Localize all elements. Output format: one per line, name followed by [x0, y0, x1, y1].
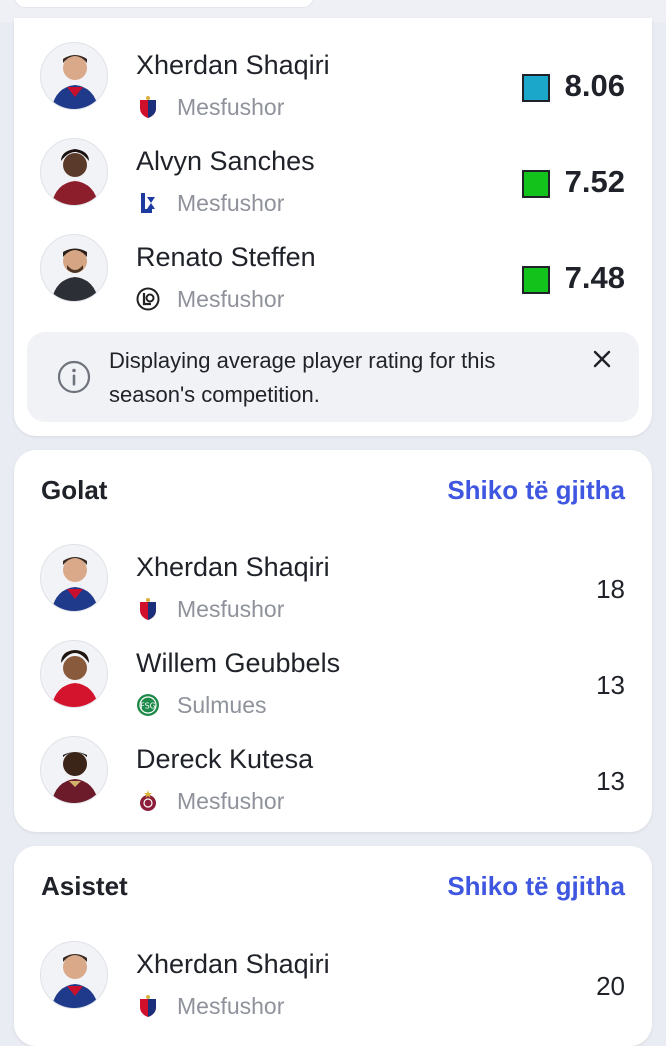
player-row[interactable]: Alvyn Sanches Mesfushor 7.52: [14, 124, 652, 220]
player-avatar: [40, 234, 108, 302]
stgallen-badge-icon: FSG: [136, 693, 160, 717]
servette-badge-icon: [136, 789, 160, 813]
rating-card: Xherdan Shaqiri Mesfushor 8.06 Alvyn San…: [14, 18, 652, 436]
lausanne-badge-icon: [136, 191, 160, 215]
lugano-badge-icon: [136, 287, 160, 311]
player-row[interactable]: Xherdan Shaqiri Mesfushor 20: [14, 927, 652, 1023]
rating-color-box: [522, 170, 550, 198]
player-name: Renato Steffen: [136, 242, 316, 272]
card-title: Asistet: [41, 870, 128, 901]
player-avatar: [40, 736, 108, 804]
info-text: Displaying average player rating for thi…: [109, 348, 496, 407]
info-banner: Displaying average player rating for thi…: [27, 332, 639, 422]
player-row[interactable]: Dereck Kutesa Mesfushor 13: [14, 722, 652, 818]
close-icon[interactable]: [591, 348, 613, 370]
player-position: Mesfushor: [177, 94, 285, 120]
assists-value: 20: [596, 971, 625, 1001]
player-position: Mesfushor: [177, 286, 285, 312]
goals-card: Golat Shiko të gjitha Xherdan Shaqiri Me…: [14, 450, 652, 832]
card-header: Golat Shiko të gjitha: [41, 470, 625, 510]
rating-color-box: [522, 266, 550, 294]
player-row[interactable]: Xherdan Shaqiri Mesfushor 8.06: [14, 28, 652, 124]
basel-badge-icon: [136, 95, 160, 119]
player-name: Willem Geubbels: [136, 648, 341, 678]
basel-badge-icon: [136, 597, 160, 621]
rating-color-box: [522, 74, 550, 102]
rating-value: 7.52: [564, 164, 625, 199]
rating-value: 7.48: [564, 260, 625, 295]
svg-text:FSG: FSG: [140, 702, 156, 711]
see-all-link[interactable]: Shiko të gjitha: [447, 871, 625, 902]
player-position: Sulmues: [177, 692, 267, 718]
player-position: Mesfushor: [177, 993, 285, 1019]
card-header: Asistet Shiko të gjitha: [41, 866, 625, 906]
rating-value: 8.06: [564, 68, 625, 103]
player-avatar: [40, 42, 108, 110]
goals-value: 13: [596, 766, 625, 796]
player-avatar: [40, 138, 108, 206]
card-title: Golat: [41, 474, 108, 505]
player-row[interactable]: Willem Geubbels FSG Sulmues 13: [14, 626, 652, 722]
basel-badge-icon: [136, 994, 160, 1018]
player-name: Xherdan Shaqiri: [136, 552, 330, 582]
player-name: Xherdan Shaqiri: [136, 50, 330, 80]
info-icon: [57, 360, 91, 394]
goals-value: 18: [596, 574, 625, 604]
player-name: Alvyn Sanches: [136, 146, 315, 176]
player-name: Dereck Kutesa: [136, 744, 314, 774]
goals-value: 13: [596, 670, 625, 700]
player-name: Xherdan Shaqiri: [136, 949, 330, 979]
player-avatar: [40, 941, 108, 1009]
player-position: Mesfushor: [177, 190, 285, 216]
player-avatar: [40, 640, 108, 708]
player-avatar: [40, 544, 108, 612]
player-row[interactable]: Xherdan Shaqiri Mesfushor 18: [14, 530, 652, 626]
assists-card: Asistet Shiko të gjitha Xherdan Shaqiri …: [14, 846, 652, 1046]
player-row[interactable]: Renato Steffen Mesfushor 7.48: [14, 220, 652, 316]
player-position: Mesfushor: [177, 788, 285, 814]
top-pill[interactable]: [14, 0, 314, 8]
player-position: Mesfushor: [177, 596, 285, 622]
see-all-link[interactable]: Shiko të gjitha: [447, 475, 625, 506]
